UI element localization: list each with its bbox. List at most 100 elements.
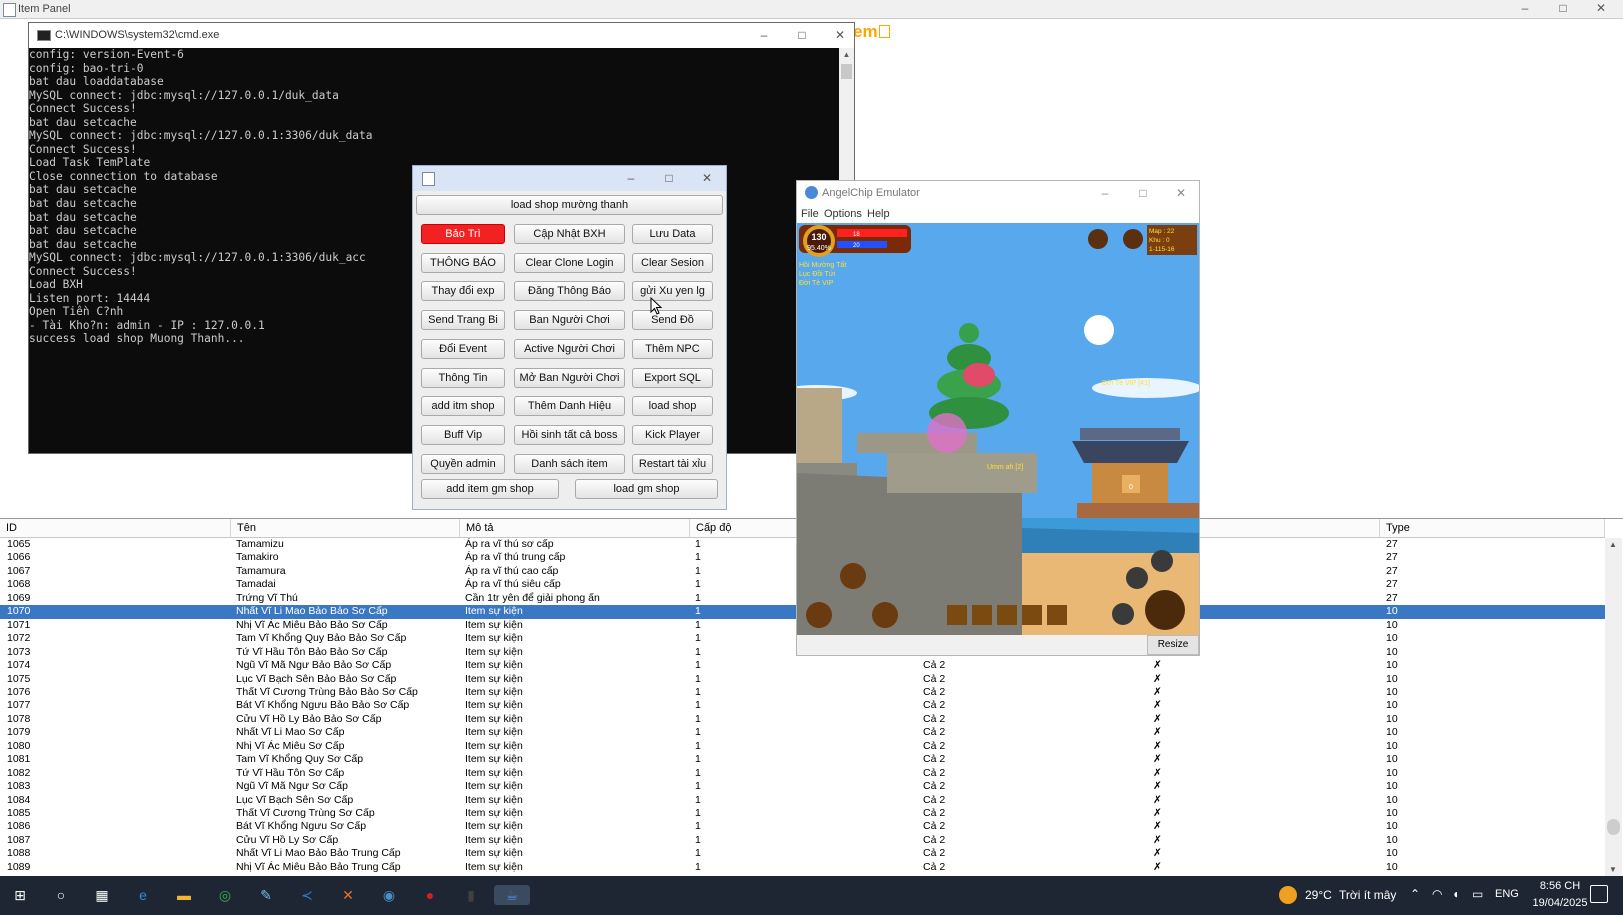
restore-button[interactable]: □	[1545, 0, 1581, 18]
menu-file[interactable]: File	[801, 208, 819, 220]
table-row[interactable]: 1084 Lục Vĩ Bạch Sên Sơ Cấp Item sự kiện 1 C…	[0, 794, 1605, 808]
table-row[interactable]: 1077 Bát Vĩ Khổng Ngưu Bảo Bảo Sơ Cấp Item…	[0, 699, 1605, 713]
weather-description[interactable]: Trời ít mây	[1339, 888, 1396, 902]
cmd-titlebar[interactable]: C:\WINDOWS\system32\cmd.exe – □ ✕	[29, 23, 854, 48]
admin-button-active-ng-i-ch-i[interactable]: Active Người Chơi	[514, 338, 625, 359]
add-item-gm-shop-button[interactable]: add item gm shop	[421, 479, 559, 499]
admin-button-restart-t-i-x-u[interactable]: Restart tài xỉu	[632, 453, 713, 474]
table-row[interactable]: 1088 Nhất Vĩ Li Mao Bảo Bảo Trung Cấp Item…	[0, 847, 1605, 861]
column-header-name[interactable]: Tên	[231, 519, 460, 537]
file-explorer-icon[interactable]: ▬	[174, 885, 194, 905]
emulator-close-button[interactable]: ✕	[1163, 185, 1199, 203]
admin-button-i-event[interactable]: Đổi Event	[421, 338, 505, 359]
emulator-maximize-button[interactable]: □	[1125, 185, 1161, 203]
load-shop-muong-thanh-button[interactable]: load shop mường thanh	[416, 195, 723, 215]
close-button[interactable]: ✕	[1583, 0, 1619, 18]
table-row[interactable]: 1083 Ngũ Vĩ Mã Ngư Sơ Cấp Item sự kiện 1 Cả …	[0, 780, 1605, 794]
table-row[interactable]: 1075 Lục Vĩ Bạch Sên Bảo Bảo Sơ Cấp Item s…	[0, 673, 1605, 687]
table-row[interactable]: 1076 Thất Vĩ Cương Trùng Bảo Bảo Sơ Cấp It…	[0, 686, 1605, 700]
table-row[interactable]: 1081 Tam Vĩ Khổng Quy Sơ Cấp Item sự kiện 1…	[0, 753, 1605, 767]
terminal-icon[interactable]: ▮	[461, 885, 481, 905]
cmd-maximize-button[interactable]: □	[784, 27, 820, 45]
column-header-type[interactable]: Type	[1380, 519, 1605, 537]
scroll-up-arrow-icon[interactable]: ▲	[839, 48, 854, 62]
admin-button-quy-n-admin[interactable]: Quyền admin	[421, 453, 505, 474]
admin-maximize-button[interactable]: □	[651, 170, 687, 188]
admin-button-th-ng-tin[interactable]: Thông Tin	[421, 367, 505, 388]
table-row[interactable]: 1082 Tứ Vĩ Hầu Tôn Sơ Cấp Item sự kiện 1 Cả …	[0, 767, 1605, 781]
minimize-button[interactable]: –	[1507, 0, 1543, 18]
edge-icon[interactable]: e	[133, 885, 153, 905]
resize-button[interactable]: Resize	[1147, 635, 1199, 655]
game-scene[interactable]: 130 95.40% 18 20 Hồi Mường Tất Lục Đồi T…	[797, 223, 1199, 635]
scroll-down-arrow-icon[interactable]: ▼	[1609, 865, 1617, 874]
admin-button-export-sql[interactable]: Export SQL	[632, 367, 713, 388]
tray-chevron-up-icon[interactable]: ⌃	[1410, 887, 1420, 901]
menu-help[interactable]: Help	[867, 208, 890, 220]
game-screen[interactable]: 130 95.40% 18 20 Hồi Mường Tất Lục Đồi T…	[797, 223, 1199, 635]
menu-options[interactable]: Options	[824, 208, 862, 220]
record-icon[interactable]: ●	[420, 885, 440, 905]
table-row[interactable]: 1089 Nhị Vĩ Ác Miêu Bảo Bảo Trung Cấp Item…	[0, 861, 1605, 875]
table-row[interactable]: 1086 Bát Vĩ Khổng Ngưu Sơ Cấp Item sự kiện…	[0, 820, 1605, 834]
table-row[interactable]: 1074 Ngũ Vĩ Mã Ngư Bảo Bảo Sơ Cấp Item sự …	[0, 659, 1605, 673]
admin-button-danh-s-ch-item[interactable]: Danh sách item	[514, 453, 625, 474]
weather-temperature[interactable]: 29°C	[1305, 888, 1332, 902]
load-gm-shop-button[interactable]: load gm shop	[575, 479, 718, 499]
task-view-icon[interactable]: ▦	[92, 885, 112, 905]
admin-button-th-m-npc[interactable]: Thêm NPC	[632, 338, 713, 359]
admin-button-kick-player[interactable]: Kick Player	[632, 424, 713, 445]
table-row[interactable]: 1085 Thất Vĩ Cương Trùng Sơ Cấp Item sự ki…	[0, 807, 1605, 821]
table-scroll-thumb[interactable]	[1607, 819, 1620, 835]
admin-close-button[interactable]: ✕	[689, 170, 725, 188]
admin-panel-window[interactable]: – □ ✕ load shop mường thanh add item gm …	[412, 165, 727, 510]
admin-button-ng-th-ng-b-o[interactable]: Đăng Thông Báo	[514, 281, 625, 302]
admin-button-clear-sesion[interactable]: Clear Sesion	[632, 252, 713, 273]
admin-button-send-trang-bi[interactable]: Send Trang Bi	[421, 310, 505, 331]
admin-button-g-i-xu-yen-lg[interactable]: gửi Xu yen lg	[632, 281, 713, 302]
notepad-icon[interactable]: ✎	[256, 885, 276, 905]
emulator-window[interactable]: AngelChip Emulator – □ ✕ File Options He…	[796, 180, 1200, 656]
admin-button-c-p-nh-t-bxh[interactable]: Cập Nhật BXH	[514, 224, 625, 244]
table-row[interactable]: 1080 Nhị Vĩ Ác Miêu Sơ Cấp Item sự kiện 1 Cả…	[0, 740, 1605, 754]
admin-button-m-ban-ng-i-ch-i[interactable]: Mở Ban Người Chơi	[514, 367, 625, 388]
table-scrollbar[interactable]: ▲ ▼	[1605, 538, 1622, 877]
admin-button-clear-clone-login[interactable]: Clear Clone Login	[514, 252, 625, 273]
column-header-description[interactable]: Mô tả	[460, 519, 690, 537]
notification-icon[interactable]	[1590, 885, 1608, 903]
admin-button-th-m-danh-hi-u[interactable]: Thêm Danh Hiệu	[514, 396, 625, 417]
table-row[interactable]: 1078 Cửu Vĩ Hồ Ly Bảo Bảo Sơ Cấp Item sự k…	[0, 713, 1605, 727]
emulator-minimize-button[interactable]: –	[1087, 185, 1123, 203]
admin-panel-titlebar[interactable]: – □ ✕	[413, 166, 726, 191]
volume-icon[interactable]: ◖	[1452, 887, 1459, 901]
admin-button-add-itm-shop[interactable]: add itm shop	[421, 396, 505, 417]
admin-button-load-shop[interactable]: load shop	[632, 396, 713, 417]
cmd-scroll-thumb[interactable]	[841, 64, 852, 79]
column-header-id[interactable]: ID	[0, 519, 231, 537]
clock-time[interactable]: 8:56 CH	[1530, 880, 1590, 892]
table-row[interactable]: 1087 Cửu Vĩ Hồ Ly Sơ Cấp Item sự kiện 1 Cả 2…	[0, 834, 1605, 848]
admin-button-l-u-data[interactable]: Lưu Data	[632, 224, 713, 244]
emulator-titlebar[interactable]: AngelChip Emulator – □ ✕	[797, 181, 1199, 205]
windows-start-icon[interactable]: ⊞	[10, 885, 30, 905]
scroll-up-arrow-icon[interactable]: ▲	[1609, 540, 1617, 549]
clock-date[interactable]: 19/04/2025	[1530, 897, 1590, 909]
battery-icon[interactable]: ▭	[1472, 887, 1483, 901]
cmd-minimize-button[interactable]: –	[746, 27, 782, 45]
input-language[interactable]: ENG	[1495, 888, 1519, 900]
chrome-icon[interactable]: ◎	[215, 885, 235, 905]
cmd-close-button[interactable]: ✕	[822, 27, 858, 45]
table-row[interactable]: 1079 Nhất Vĩ Li Mao Sơ Cấp Item sự kiện 1 Cả…	[0, 726, 1605, 740]
admin-button-send[interactable]: Send Đồ	[632, 310, 713, 331]
network-icon[interactable]: ◠	[1432, 887, 1442, 901]
steam-icon[interactable]: ◉	[379, 885, 399, 905]
admin-button-buff-vip[interactable]: Buff Vip	[421, 424, 505, 445]
admin-minimize-button[interactable]: –	[613, 170, 649, 188]
admin-button-thay-i-exp[interactable]: Thay đổi exp	[421, 281, 505, 302]
admin-button-ban-ng-i-ch-i[interactable]: Ban Người Chơi	[514, 310, 625, 331]
weather-icon[interactable]	[1279, 886, 1297, 904]
admin-button-th-ng-b-o[interactable]: THÔNG BÁO	[421, 252, 505, 273]
xampp-icon[interactable]: ✕	[338, 885, 358, 905]
admin-button-b-o-tr[interactable]: Bảo Trì	[421, 224, 505, 244]
vscode-icon[interactable]: ≺	[297, 885, 317, 905]
